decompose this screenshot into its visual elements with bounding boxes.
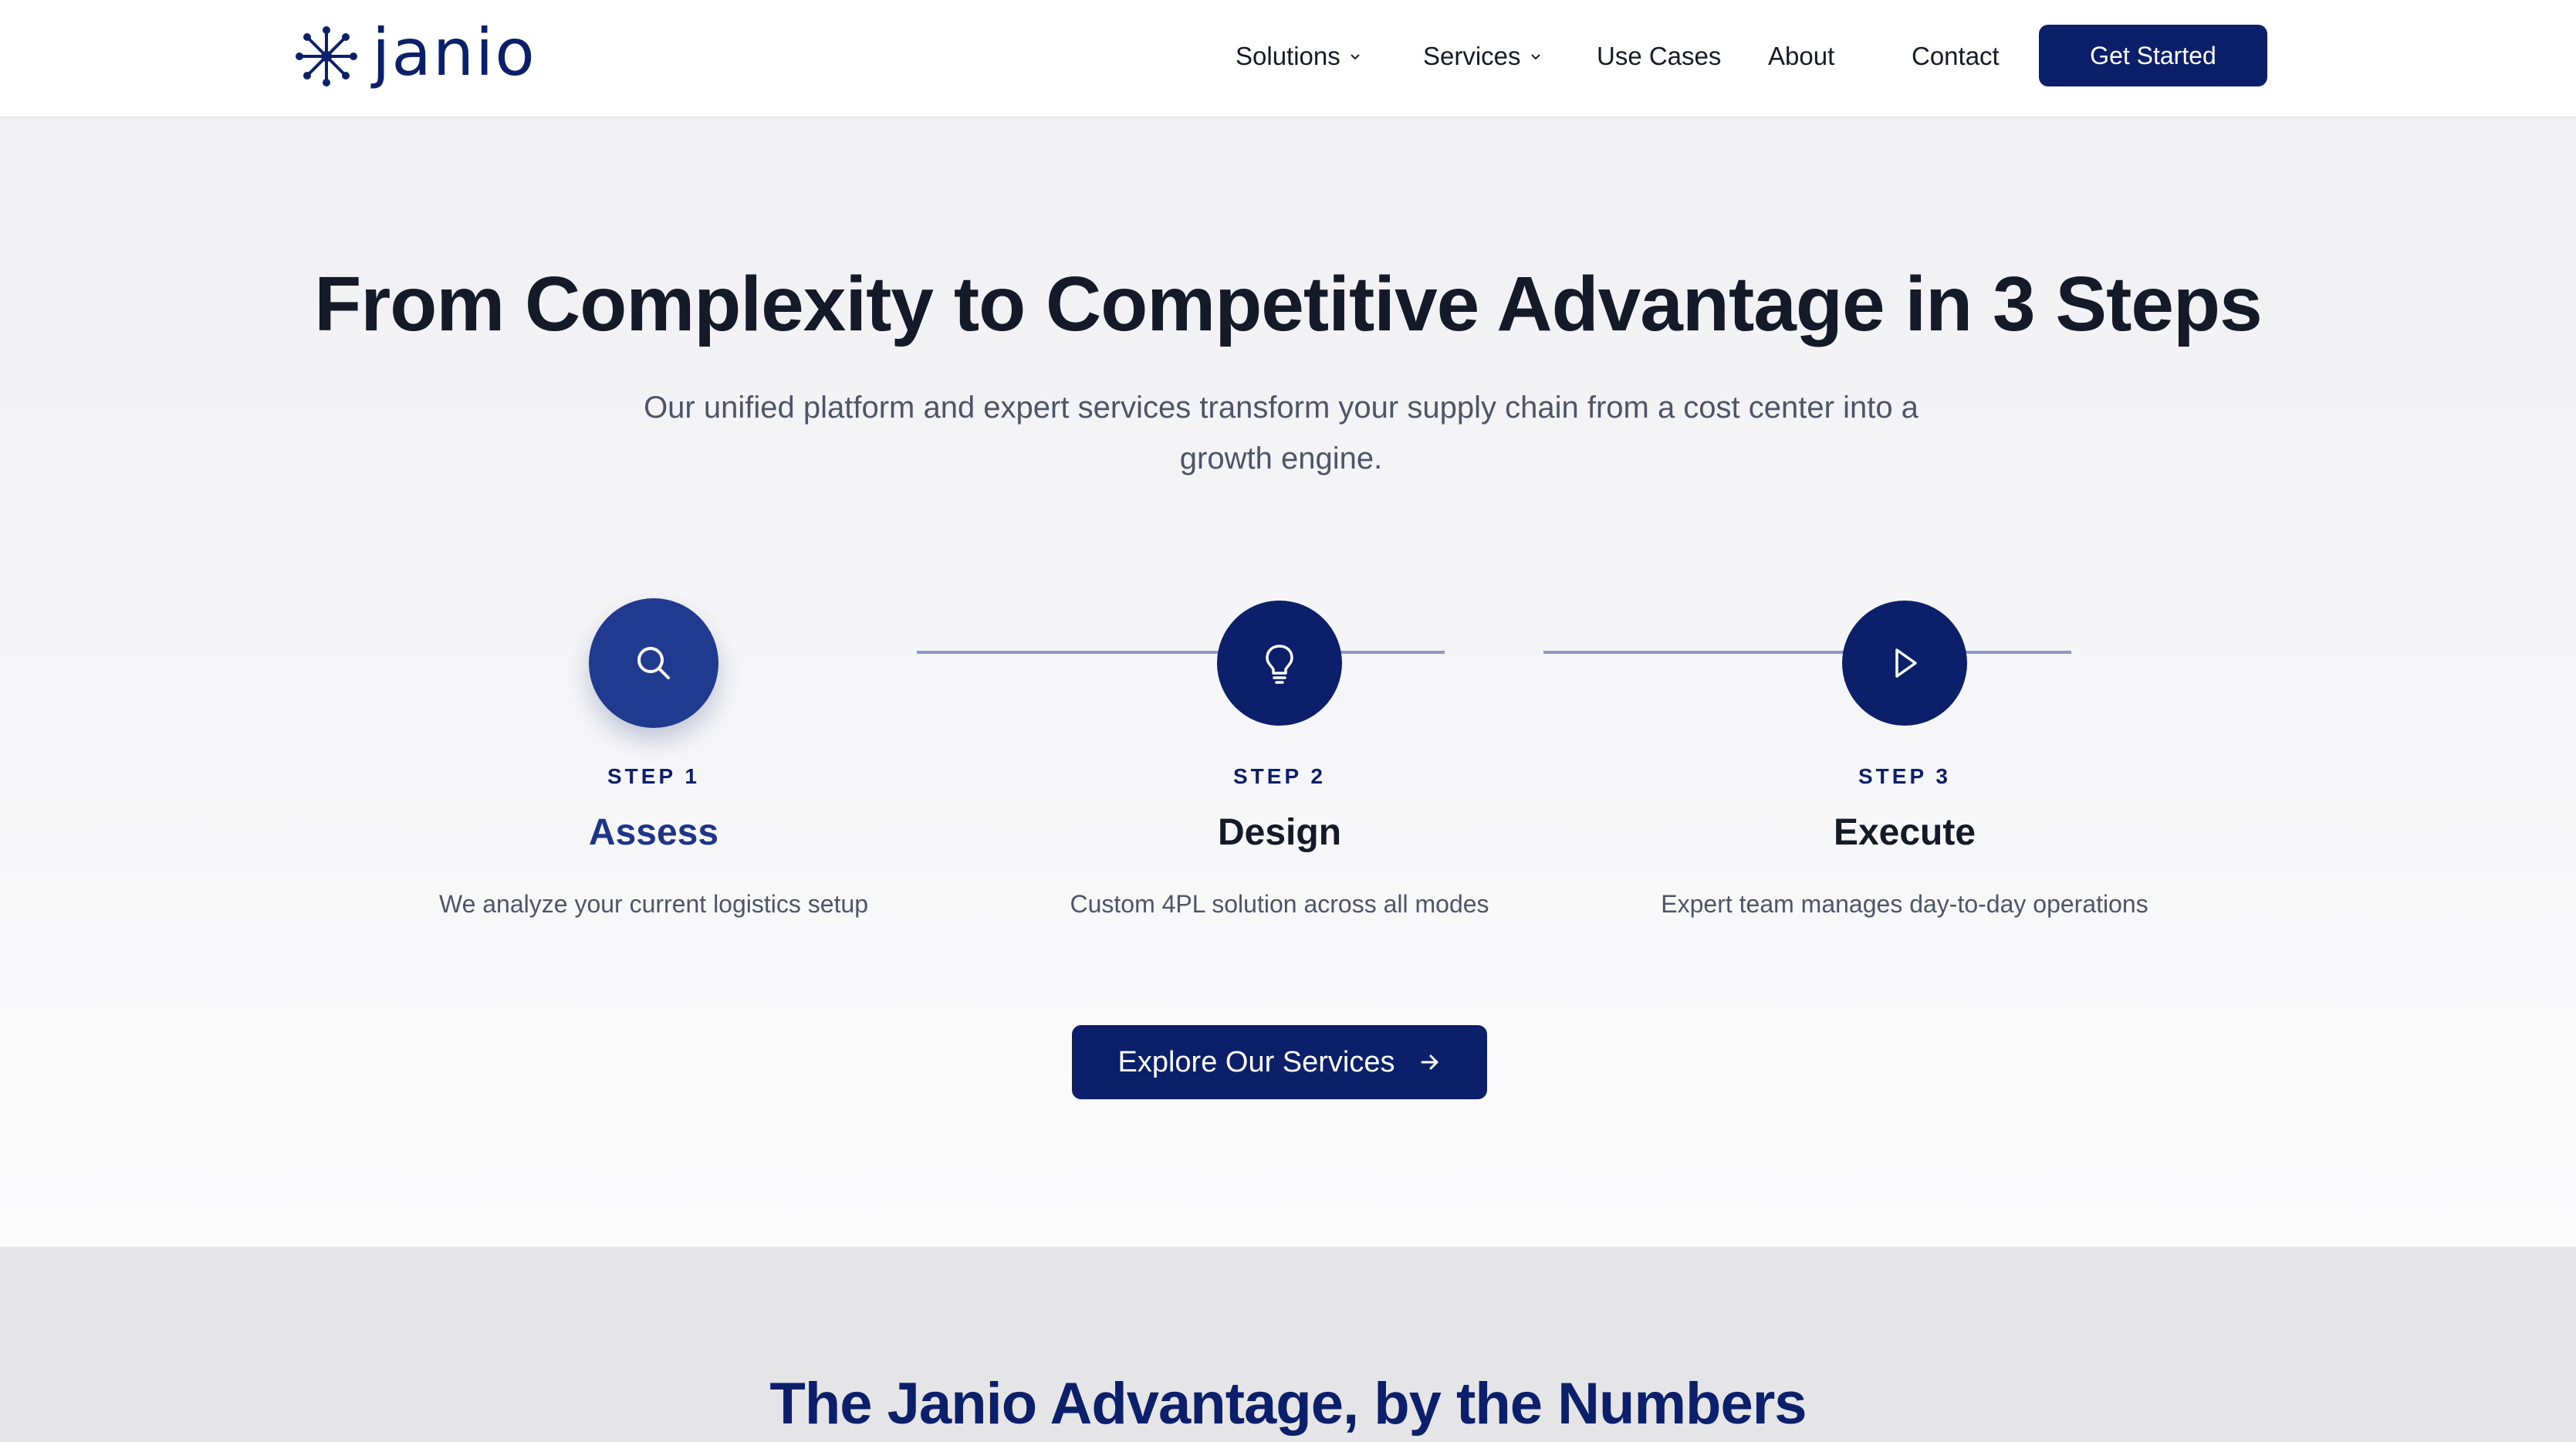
steps-section: From Complexity to Competitive Advantage… (0, 120, 2576, 1247)
nav-item-label: Solutions (1236, 42, 1340, 70)
nav-item-label: Use Cases (1597, 42, 1722, 70)
top-navbar: janio Solutions Services Use Cases About… (0, 0, 2576, 118)
step-connector (1543, 651, 2071, 654)
step-2-title: Design (1217, 812, 1342, 853)
step-3-label: STEP 3 (1858, 764, 1951, 788)
explore-services-label: Explore Our Services (1117, 1045, 1395, 1078)
numbers-section-title: The Janio Advantage, by the Numbers (769, 1371, 1807, 1437)
section-subtitle: Our unified platform and expert services… (644, 391, 1918, 476)
nav-item-services[interactable]: Services (1423, 39, 1543, 74)
step-2-circle (1217, 601, 1342, 726)
step-3-title: Execute (1833, 812, 1976, 853)
nav-item-use-cases[interactable]: Use Cases (1597, 39, 1721, 74)
step-2-description: Custom 4PL solution across all modes (1070, 890, 1489, 918)
nav-item-label: Services (1423, 42, 1521, 70)
search-icon (637, 647, 670, 679)
janio-logo-icon (296, 26, 357, 86)
nav-item-label: Contact (1912, 42, 2000, 70)
arrow-right-icon (1421, 1054, 1438, 1070)
chevron-down-icon (1530, 54, 1540, 60)
section-title: From Complexity to Competitive Advantage… (314, 261, 2263, 347)
explore-services-button[interactable]: Explore Our Services (1072, 1025, 1487, 1099)
nav-item-contact[interactable]: Contact (1912, 39, 2000, 74)
step-2-label: STEP 2 (1233, 764, 1326, 788)
brand-logo[interactable]: janio (293, 15, 536, 91)
step-1-circle (589, 598, 718, 728)
brand-wordmark: janio (372, 15, 536, 90)
play-icon (1895, 648, 1917, 678)
lightbulb-icon (1266, 645, 1293, 684)
nav-item-label: About (1768, 42, 1835, 70)
chevron-down-icon (1351, 54, 1360, 60)
step-1-label: STEP 1 (607, 764, 700, 788)
step-connector (917, 651, 1445, 654)
nav-item-about[interactable]: About (1768, 39, 1834, 74)
nav-item-solutions[interactable]: Solutions (1236, 39, 1362, 74)
step-1-title: Assess (588, 812, 719, 853)
step-3-circle (1842, 601, 1967, 726)
numbers-section: The Janio Advantage, by the Numbers (0, 1247, 2576, 1442)
get-started-button[interactable]: Get Started (2039, 25, 2267, 86)
step-1-description: We analyze your current logistics setup (438, 890, 869, 918)
step-3-description: Expert team manages day-to-day operation… (1661, 890, 2148, 918)
